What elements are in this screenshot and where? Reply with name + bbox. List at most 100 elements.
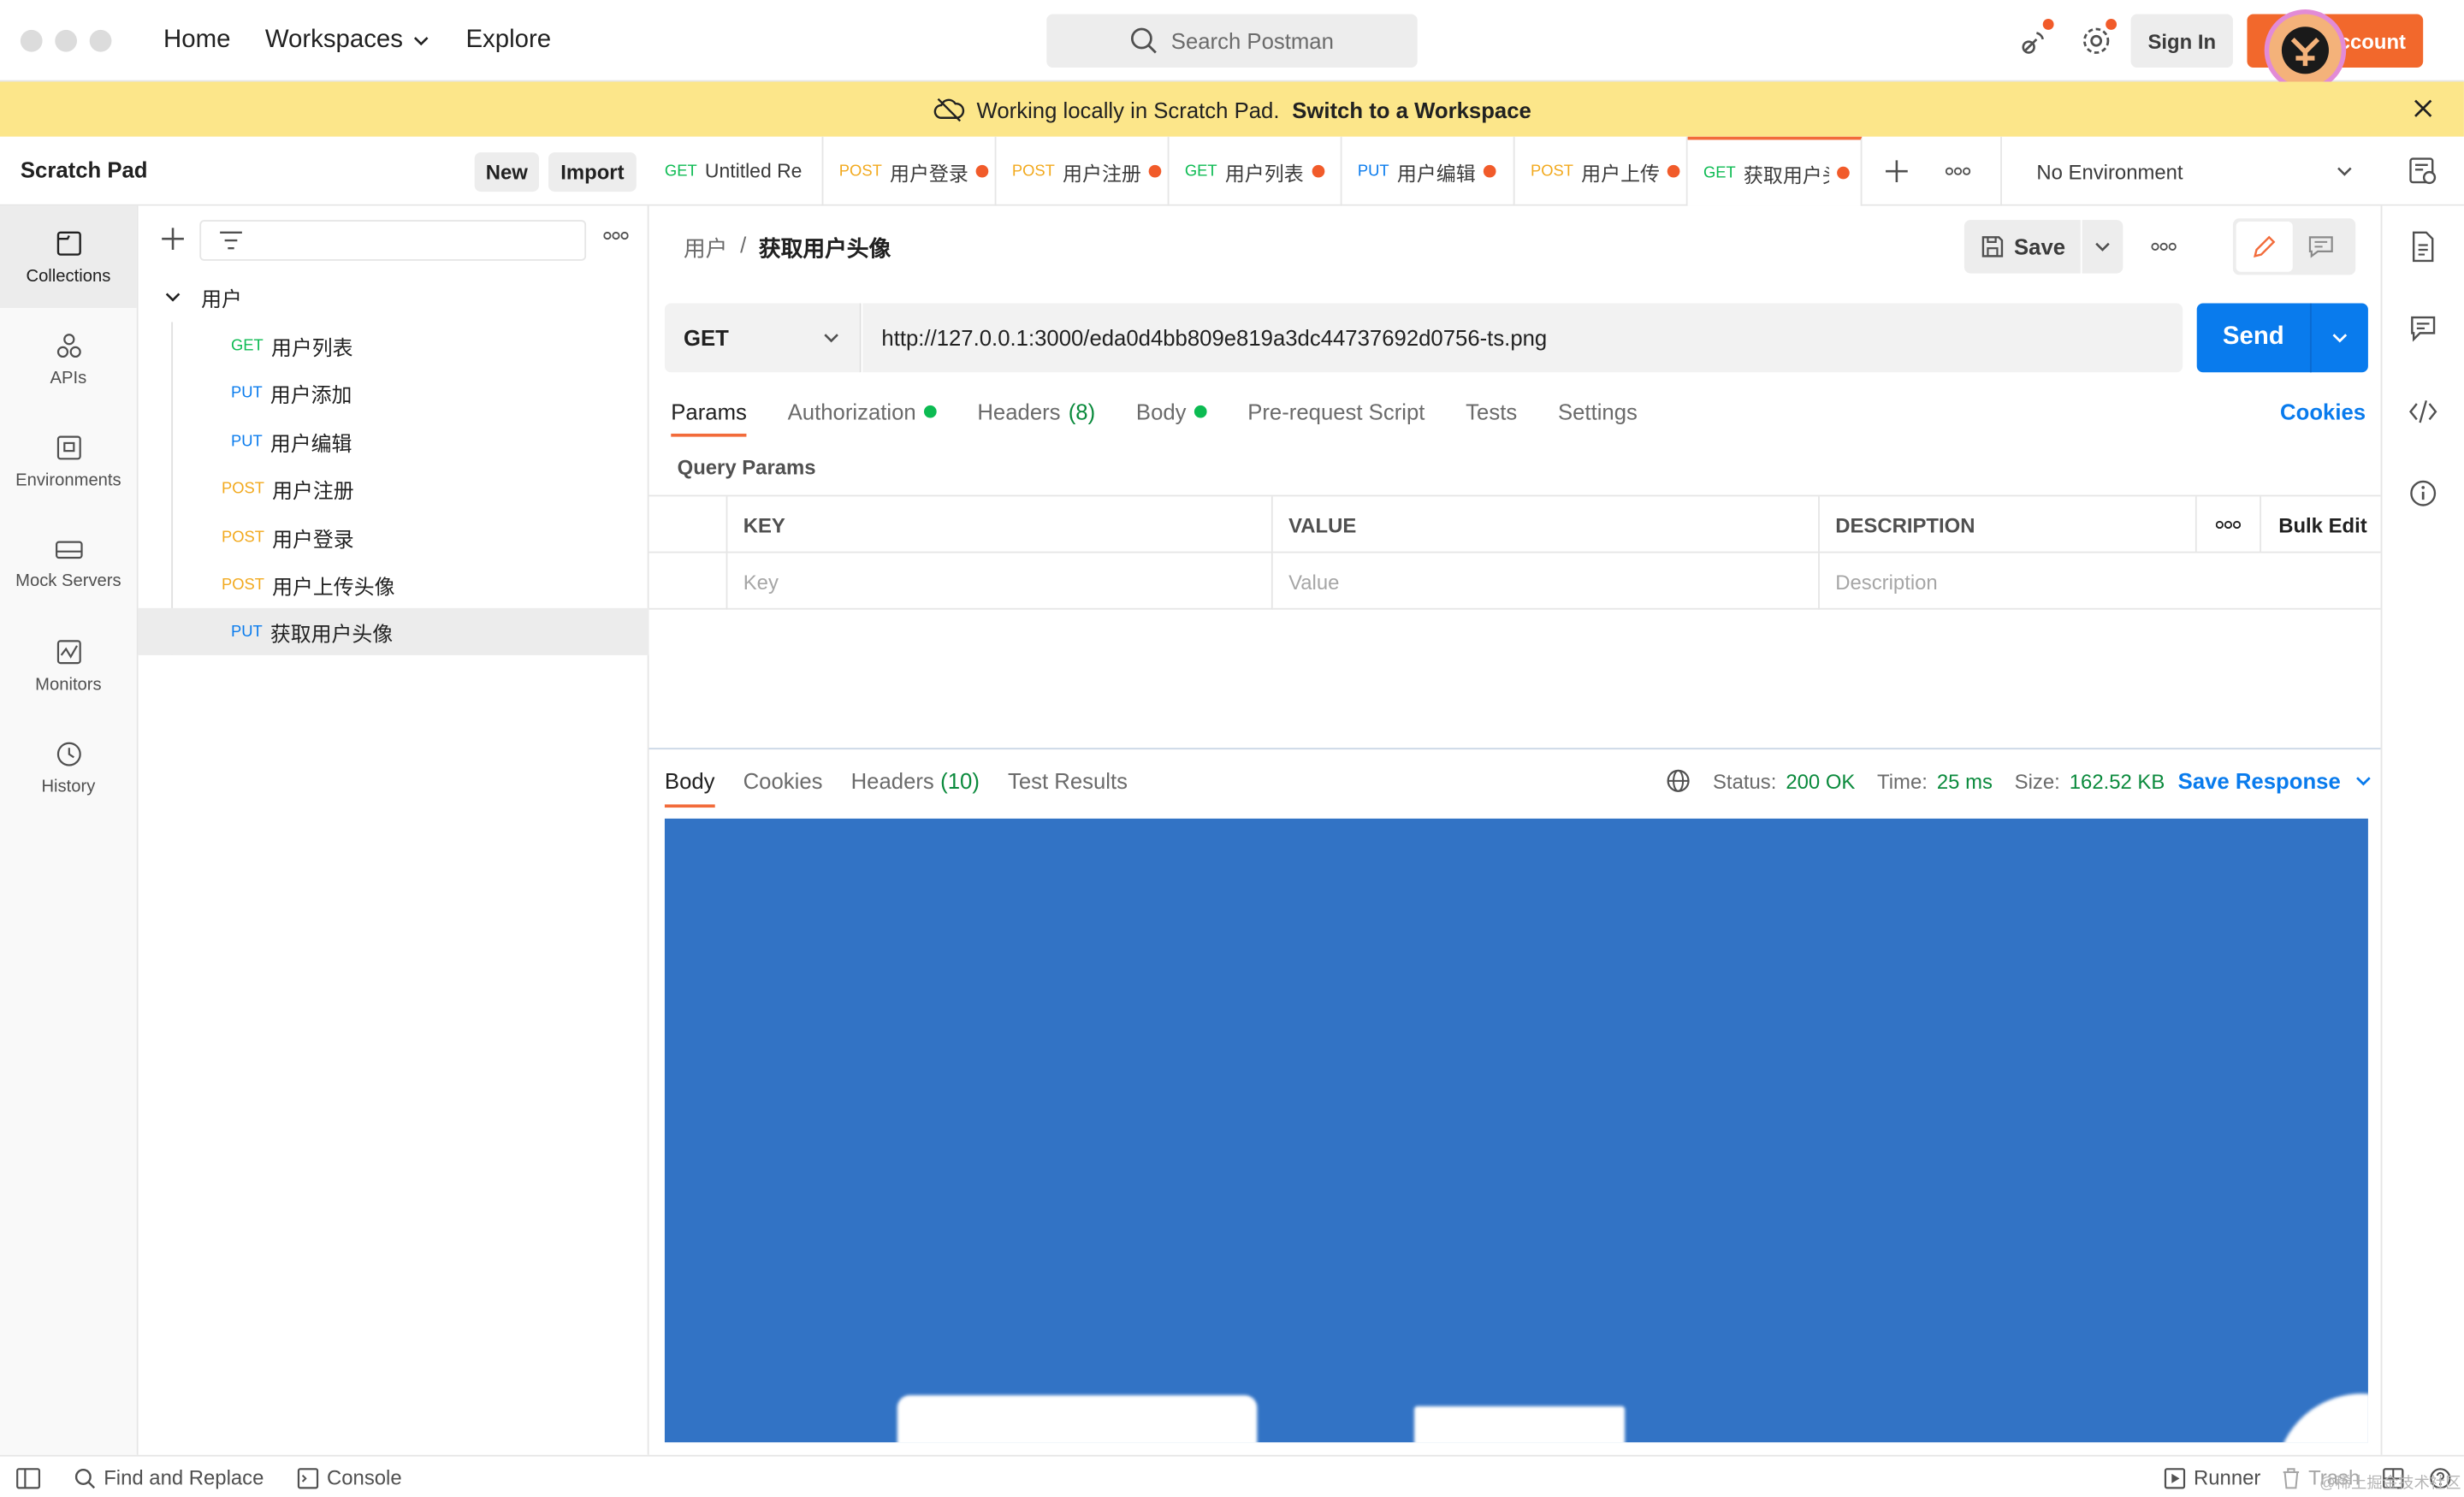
request-tab[interactable]: GET 用户列表 <box>1170 136 1342 206</box>
request-name: 用户添加 <box>270 382 352 406</box>
chevron-down-icon <box>414 37 429 46</box>
info-button[interactable] <box>2409 479 2437 507</box>
nav-workspaces[interactable]: Workspaces <box>265 27 431 55</box>
sign-in-button[interactable]: Sign In <box>2130 14 2233 68</box>
time-label: Time: <box>1877 769 1928 793</box>
code-snippet-button[interactable] <box>2408 398 2439 426</box>
close-window-button[interactable] <box>20 29 43 52</box>
tab-settings[interactable]: Settings <box>1558 393 1638 430</box>
new-tab-button[interactable] <box>1884 159 1909 184</box>
collection-filter-input[interactable] <box>199 220 587 261</box>
save-response-button[interactable]: Save Response <box>2178 762 2372 800</box>
send-button[interactable]: Send <box>2196 303 2368 373</box>
import-button-label: Import <box>560 160 625 184</box>
sidebar-item-history[interactable]: History <box>0 717 137 819</box>
param-description-input[interactable]: Description <box>1818 553 2381 610</box>
tree-request-item[interactable]: PUT 用户编辑 <box>139 418 649 465</box>
http-method-select[interactable]: GET <box>664 303 862 373</box>
new-button[interactable]: New <box>474 152 539 192</box>
tab-authorization[interactable]: Authorization <box>788 393 937 430</box>
banner-close-button[interactable] <box>2410 96 2435 121</box>
status-value[interactable]: 200 OK <box>1786 769 1855 793</box>
send-options-button[interactable] <box>2312 328 2368 347</box>
switch-workspace-link[interactable]: Switch to a Workspace <box>1292 97 1531 121</box>
sidebar-item-collections[interactable]: Collections <box>0 205 137 308</box>
collection-name: 用户 <box>201 287 242 311</box>
time-value[interactable]: 25 ms <box>1937 769 1993 793</box>
request-tab[interactable]: POST 用户注册 <box>996 136 1170 206</box>
param-key-input[interactable]: Key <box>726 553 1271 610</box>
environments-icon <box>56 435 80 459</box>
request-tab-active[interactable]: GET 获取用户头 <box>1687 136 1863 206</box>
tab-method: POST <box>1011 163 1055 180</box>
sidebar-item-apis[interactable]: APIs <box>0 308 137 410</box>
environment-quick-look-button[interactable] <box>2408 156 2439 187</box>
runner-button[interactable]: Runner <box>2164 1457 2260 1497</box>
placeholder-text: Key <box>743 569 779 594</box>
size-value[interactable]: 162.52 KB <box>2070 769 2165 793</box>
avatar[interactable] <box>2264 9 2347 92</box>
settings-button[interactable] <box>2079 19 2118 58</box>
tab-body[interactable]: Body <box>1136 393 1207 430</box>
request-tab[interactable]: PUT 用户编辑 <box>1342 136 1515 206</box>
sidebar-item-environments[interactable]: Environments <box>0 410 137 512</box>
tabs-more-button[interactable] <box>1945 167 1971 176</box>
tree-request-item[interactable]: POST 用户注册 <box>139 465 649 512</box>
tree-request-item[interactable]: POST 用户登录 <box>139 514 649 561</box>
tree-request-item[interactable]: GET 用户列表 <box>139 322 649 370</box>
param-value-input[interactable]: Value <box>1270 553 1818 610</box>
request-tab[interactable]: POST 用户上传 <box>1515 136 1688 206</box>
environment-selector[interactable]: No Environment <box>2000 136 2372 206</box>
search-placeholder: Search Postman <box>1170 28 1334 54</box>
sidebar-item-monitors[interactable]: Monitors <box>0 614 137 716</box>
documentation-button[interactable] <box>2409 231 2437 263</box>
sync-status-button[interactable] <box>2017 19 2054 58</box>
search-input[interactable]: Search Postman <box>1046 14 1418 68</box>
sidebar-item-mock-servers[interactable]: Mock Servers <box>0 512 137 614</box>
http-method-value: GET <box>683 325 729 351</box>
tree-request-item-selected[interactable]: PUT 获取用户头像 <box>138 607 649 655</box>
request-tab[interactable]: GET Untitled Re <box>649 136 824 206</box>
edit-mode-button[interactable] <box>2236 221 2293 272</box>
tree-request-item[interactable]: PUT 用户添加 <box>139 370 649 417</box>
find-replace-button[interactable]: Find and Replace <box>74 1457 264 1497</box>
collection-folder[interactable]: 用户 <box>139 274 649 321</box>
response-tab-body[interactable]: Body <box>664 762 715 808</box>
sidebar-item-label: APIs <box>50 368 87 388</box>
add-collection-button[interactable] <box>160 226 185 251</box>
column-header-label: VALUE <box>1288 512 1357 537</box>
collections-more-button[interactable] <box>603 231 629 240</box>
tab-headers[interactable]: Headers (8) <box>977 393 1095 430</box>
minimize-window-button[interactable] <box>55 29 77 52</box>
import-button[interactable]: Import <box>548 152 637 192</box>
tab-tests[interactable]: Tests <box>1466 393 1517 430</box>
response-tab-cookies[interactable]: Cookies <box>743 762 823 800</box>
nav-home[interactable]: Home <box>163 27 230 55</box>
console-icon <box>297 1467 319 1488</box>
tab-pre-request-script[interactable]: Pre-request Script <box>1247 393 1424 430</box>
breadcrumb-parent[interactable]: 用户 <box>684 233 727 264</box>
comment-mode-button[interactable] <box>2308 234 2333 259</box>
url-input[interactable]: http://127.0.0.1:3000/eda0d4bb809e819a3d… <box>862 303 2183 373</box>
nav-explore[interactable]: Explore <box>465 27 551 55</box>
maximize-window-button[interactable] <box>89 29 112 52</box>
request-tab[interactable]: POST 用户登录 <box>823 136 997 206</box>
comments-button[interactable] <box>2409 314 2437 342</box>
response-resize-handle[interactable] <box>649 748 2381 750</box>
save-button[interactable]: Save <box>1964 220 2081 274</box>
response-tab-test-results[interactable]: Test Results <box>1008 762 1128 800</box>
tree-request-item[interactable]: POST 用户上传头像 <box>139 561 649 608</box>
tab-params[interactable]: Params <box>671 393 748 437</box>
breadcrumb-current[interactable]: 获取用户头像 <box>759 233 891 264</box>
console-button[interactable]: Console <box>297 1457 402 1497</box>
save-options-button[interactable] <box>2082 220 2123 274</box>
toggle-sidebar-button[interactable] <box>15 1457 41 1497</box>
bulk-edit-button[interactable]: Bulk Edit <box>2260 496 2380 553</box>
table-row: Key Value Description <box>649 553 2381 610</box>
find-replace-label: Find and Replace <box>104 1465 264 1490</box>
table-more-button[interactable] <box>2194 496 2260 553</box>
response-tab-headers[interactable]: Headers (10) <box>851 762 980 800</box>
globe-icon[interactable] <box>1666 768 1691 793</box>
cookies-link[interactable]: Cookies <box>2280 399 2366 424</box>
request-more-button[interactable] <box>2151 242 2177 251</box>
